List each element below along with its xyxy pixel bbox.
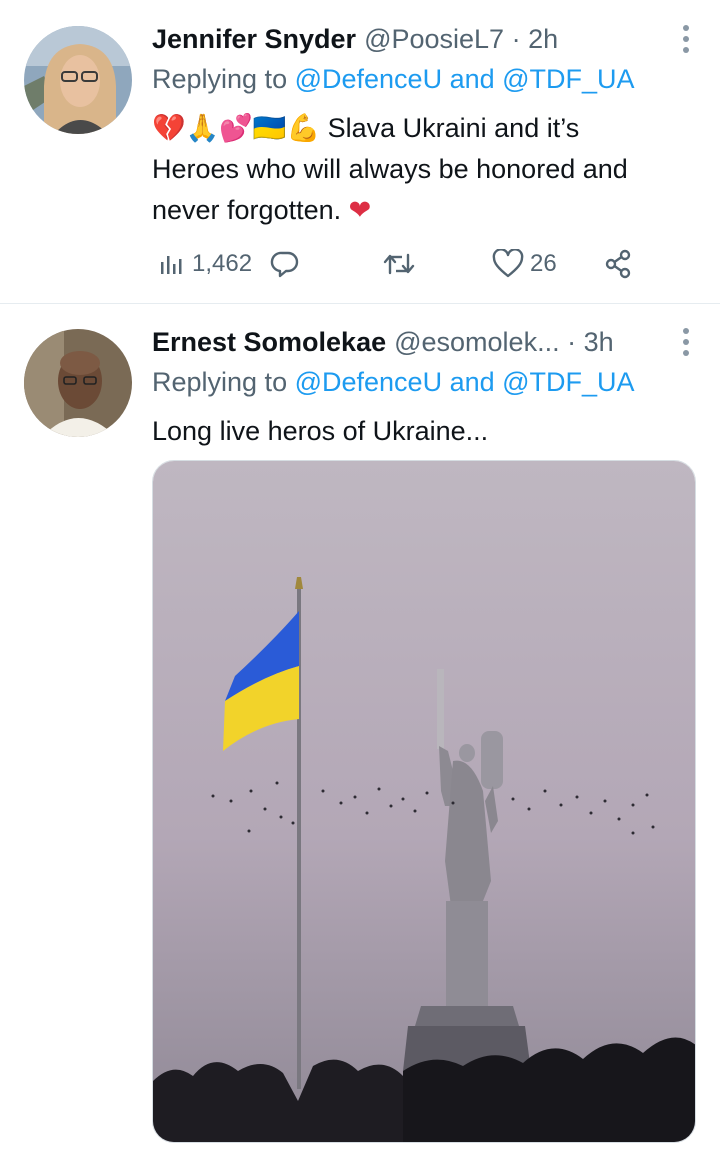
text-line-3: never forgotten. (152, 195, 349, 225)
share-button[interactable] (604, 244, 634, 284)
replying-to-label: Replying to (152, 64, 295, 94)
tweet-photo[interactable] (152, 460, 696, 1143)
replying-to-label: Replying to (152, 367, 295, 397)
tweet-header: Jennifer Snyder @PoosieL7 · 2h (152, 22, 672, 56)
tweet-ernest-somolekae[interactable]: Ernest Somolekae @esomolek... · 3h Reply… (0, 305, 720, 1149)
tweet-text: 💔🙏💕🇺🇦💪 Slava Ukraini and it’s Heroes who… (152, 108, 692, 231)
tweet-jennifer-snyder[interactable]: Jennifer Snyder @PoosieL7 · 2h Replying … (0, 0, 720, 304)
mention-tdf-ua[interactable]: @TDF_UA (502, 64, 634, 94)
like-button[interactable]: 26 (492, 244, 557, 284)
tweet-actions: 1,462 26 (152, 244, 652, 284)
views-icon (161, 256, 182, 274)
mention-defenceu[interactable]: @DefenceU (295, 64, 442, 94)
text-line-1: Slava Ukraini and it’s (320, 113, 580, 143)
mention-and[interactable]: and (442, 64, 502, 94)
likes-count: 26 (530, 250, 557, 277)
handle-time[interactable]: @PoosieL7 · 2h (364, 24, 558, 55)
replying-to: Replying to @DefenceU and @TDF_UA (152, 367, 635, 398)
mention-defenceu[interactable]: @DefenceU (295, 367, 442, 397)
reply-button[interactable] (270, 244, 300, 284)
like-icon (492, 249, 524, 278)
replying-to: Replying to @DefenceU and @TDF_UA (152, 64, 635, 95)
text-line-2: Heroes who will always be honored and (152, 154, 628, 184)
handle-time[interactable]: @esomolek... · 3h (394, 327, 614, 358)
share-icon (605, 249, 631, 279)
tweet-text: Long live heros of Ukraine... (152, 416, 489, 446)
retweet-icon (383, 253, 415, 275)
views-button[interactable]: 1,462 (158, 244, 252, 284)
display-name[interactable]: Ernest Somolekae (152, 327, 386, 358)
mention-tdf-ua[interactable]: @TDF_UA (502, 367, 634, 397)
mention-and[interactable]: and (442, 367, 502, 397)
tweet-header: Ernest Somolekae @esomolek... · 3h (152, 325, 672, 359)
motherland-monument-photo (153, 461, 695, 1142)
tweet-divider (0, 303, 720, 304)
emoji-sequence: 💔🙏💕🇺🇦💪 (152, 113, 321, 144)
reply-icon (270, 251, 299, 278)
avatar-ernest[interactable] (24, 329, 132, 437)
retweet-button[interactable] (382, 244, 416, 284)
red-heart-emoji: ❤ (348, 195, 372, 226)
more-icon[interactable] (676, 22, 696, 56)
display-name[interactable]: Jennifer Snyder (152, 24, 356, 55)
avatar-jennifer[interactable] (24, 26, 132, 134)
more-icon[interactable] (676, 325, 696, 359)
views-count: 1,462 (192, 250, 253, 277)
